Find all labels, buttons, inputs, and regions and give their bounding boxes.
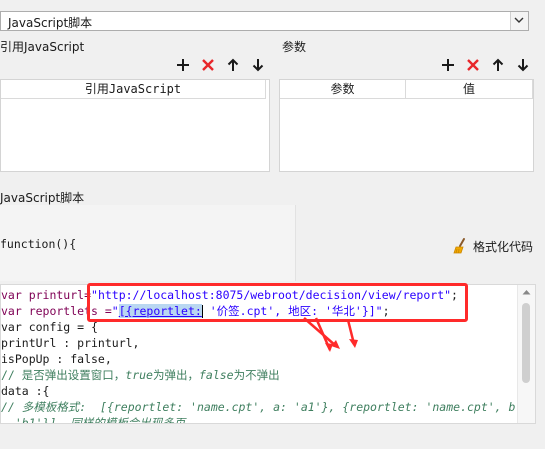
params-column-value[interactable]: 值 bbox=[406, 80, 533, 99]
dropdown-arrow-icon[interactable] bbox=[510, 12, 528, 30]
move-down-icon[interactable] bbox=[515, 57, 531, 73]
scroll-up-arrow-icon[interactable] bbox=[522, 289, 531, 295]
code-text: data :{ bbox=[1, 384, 50, 398]
code-line-8: // 多模板格式: [{reportlet: 'name.cpt', a: 'a… bbox=[1, 399, 515, 415]
function-header-panel: function(){ bbox=[0, 205, 296, 281]
code-line-6: // 是否弹出设置窗口，true为弹出，false为不弹出 bbox=[1, 367, 280, 383]
code-comment: // 是否弹出设置窗口， bbox=[1, 368, 126, 382]
script-type-select[interactable]: JavaScript脚本 bbox=[0, 11, 529, 31]
delete-icon[interactable] bbox=[200, 57, 216, 73]
ref-js-table[interactable]: 引用JavaScript bbox=[0, 79, 270, 172]
scroll-thumb[interactable] bbox=[522, 303, 530, 383]
script-type-value: JavaScript脚本 bbox=[8, 16, 93, 30]
code-line-9: 'b1'}], 同样的模板会出现多页 bbox=[1, 415, 186, 424]
code-comment: // 多模板格式: [{reportlet: 'name.cpt', a: 'a… bbox=[1, 400, 516, 414]
params-title: 参数 bbox=[282, 40, 307, 54]
script-section-title: JavaScript脚本 bbox=[0, 191, 85, 205]
code-line-4: printUrl : printurl, bbox=[1, 335, 139, 351]
add-icon[interactable] bbox=[175, 57, 191, 73]
params-table[interactable]: 参数 值 bbox=[279, 79, 534, 172]
broom-icon bbox=[452, 237, 470, 255]
add-icon[interactable] bbox=[440, 57, 456, 73]
code-text: isPopUp : false, bbox=[1, 352, 112, 366]
code-text: printUrl : printurl, bbox=[1, 336, 140, 350]
code-comment: 为不弹出 bbox=[233, 368, 280, 382]
code-comment: 为弹出， bbox=[152, 368, 199, 382]
code-line-7: data :{ bbox=[1, 383, 49, 399]
code-line-3: var config = { bbox=[1, 319, 98, 335]
code-comment: false bbox=[198, 368, 234, 382]
annotation-arrows bbox=[303, 317, 358, 352]
code-comment: 'b1'}], 同样的模板会出现多页 bbox=[1, 416, 186, 424]
annotation-highlight-box bbox=[87, 283, 468, 322]
params-column-name[interactable]: 参数 bbox=[280, 80, 406, 99]
format-code-label: 格式化代码 bbox=[473, 240, 534, 254]
move-up-icon[interactable] bbox=[490, 57, 506, 73]
move-down-icon[interactable] bbox=[250, 57, 266, 73]
code-comment: true bbox=[125, 368, 153, 382]
move-up-icon[interactable] bbox=[225, 57, 241, 73]
code-text: var config = { bbox=[1, 320, 98, 334]
code-line-5: isPopUp : false, bbox=[1, 351, 112, 367]
editor-scrollbar[interactable] bbox=[517, 285, 535, 423]
ref-js-column-header[interactable]: 引用JavaScript bbox=[1, 80, 266, 99]
delete-icon[interactable] bbox=[465, 57, 481, 73]
function-header: function(){ bbox=[0, 237, 77, 251]
ref-js-title: 引用JavaScript bbox=[0, 40, 85, 54]
code-token: var printurl= bbox=[1, 288, 92, 302]
